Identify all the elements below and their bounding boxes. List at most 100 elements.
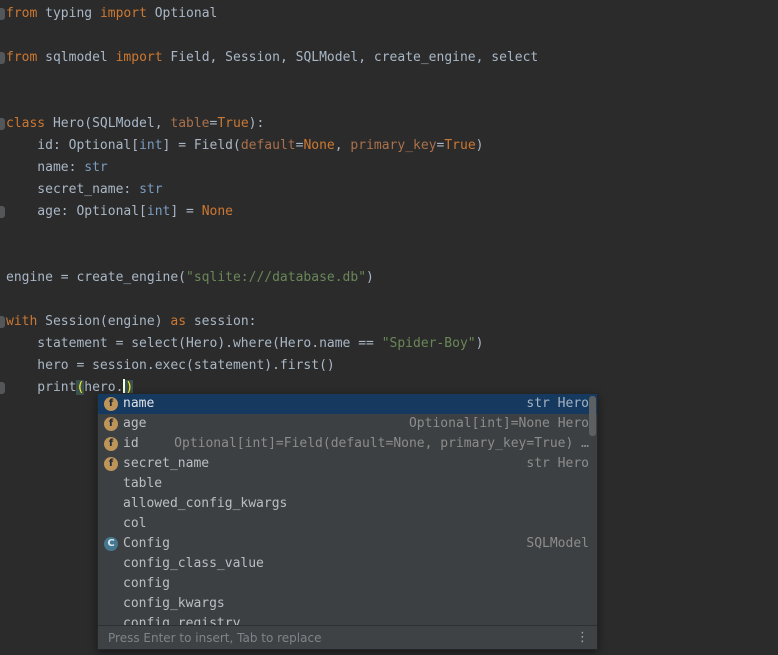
gutter-marker-icon[interactable] xyxy=(0,316,5,328)
completion-item[interactable]: fid Optional[int]=Field(default=None, pri… xyxy=(98,434,597,454)
code-token: from xyxy=(6,6,37,21)
code-line[interactable]: class Hero(SQLModel, table=True): xyxy=(0,113,778,135)
field-icon: f xyxy=(104,437,118,451)
completion-label: config xyxy=(123,576,170,591)
code-token: hero = session.exec(statement).first() xyxy=(6,358,335,373)
code-token: class xyxy=(6,116,45,131)
gutter-marker-icon[interactable] xyxy=(0,118,5,130)
code-token: from xyxy=(6,50,37,65)
gutter-marker-icon[interactable] xyxy=(0,382,5,394)
code-token: Hero(SQLModel, xyxy=(45,116,170,131)
code-token: Optional xyxy=(147,6,217,21)
completion-item[interactable]: config_registry xyxy=(98,614,597,625)
code-line[interactable]: statement = select(Hero).where(Hero.name… xyxy=(0,333,778,355)
popup-scrollbar-thumb[interactable] xyxy=(589,396,596,436)
code-token: secret_name: xyxy=(6,182,139,197)
code-line[interactable]: age: Optional[int] = None xyxy=(0,201,778,223)
code-token: import xyxy=(116,50,163,65)
code-line[interactable] xyxy=(0,25,778,47)
code-token: typing xyxy=(37,6,100,21)
code-line[interactable]: from sqlmodel import Field, Session, SQL… xyxy=(0,47,778,69)
code-line[interactable]: id: Optional[int] = Field(default=None, … xyxy=(0,135,778,157)
completion-item[interactable]: col xyxy=(98,514,597,534)
autocomplete-popup: fnamestr HerofageOptional[int]=None Hero… xyxy=(97,393,598,650)
code-token: "sqlite:///database.db" xyxy=(186,270,366,285)
completion-label: id xyxy=(123,436,139,451)
code-token: ] = xyxy=(170,204,201,219)
code-line[interactable]: name: str xyxy=(0,157,778,179)
code-token: None xyxy=(202,204,233,219)
code-line[interactable] xyxy=(0,69,778,91)
code-token: primary_key xyxy=(350,138,436,153)
code-token: ) xyxy=(366,270,374,285)
completion-item[interactable]: fname str Hero xyxy=(98,394,597,414)
code-token: ) xyxy=(476,138,484,153)
completion-label: config_class_value xyxy=(123,556,264,571)
code-token: statement = select(Hero).where(Hero.name… xyxy=(6,336,382,351)
code-token: str xyxy=(139,182,162,197)
field-icon: f xyxy=(104,397,118,411)
completion-type-hint: Optional[int]=None Hero xyxy=(409,414,589,434)
code-token: with xyxy=(6,314,37,329)
code-token: ] = Field( xyxy=(163,138,241,153)
completion-type-hint: str Hero xyxy=(526,394,589,414)
completion-item[interactable]: fageOptional[int]=None Hero xyxy=(98,414,597,434)
code-token: session: xyxy=(186,314,256,329)
completion-item[interactable]: config_class_value xyxy=(98,554,597,574)
code-token: ) xyxy=(476,336,484,351)
code-token: Session(engine) xyxy=(37,314,170,329)
completion-label: config_kwargs xyxy=(123,596,225,611)
code-token: print xyxy=(6,380,76,395)
completion-list: fnamestr HerofageOptional[int]=None Hero… xyxy=(98,394,597,625)
code-line[interactable]: with Session(engine) as session: xyxy=(0,311,778,333)
code-token: id: Optional[ xyxy=(6,138,139,153)
code-line[interactable] xyxy=(0,245,778,267)
gutter-marker-icon[interactable] xyxy=(0,206,5,218)
code-token: True xyxy=(444,138,475,153)
completion-type-hint: str Hero xyxy=(526,454,589,474)
gutter-marker-icon[interactable] xyxy=(0,52,5,64)
kebab-menu-icon[interactable]: ⋮ xyxy=(576,630,589,645)
code-token: , xyxy=(335,138,351,153)
completion-label: col xyxy=(123,516,146,531)
completion-label: secret_name xyxy=(123,456,209,471)
code-token: age: Optional[ xyxy=(6,204,147,219)
code-token: default xyxy=(241,138,296,153)
completion-item[interactable]: allowed_config_kwargs xyxy=(98,494,597,514)
completion-item[interactable]: config_kwargs xyxy=(98,594,597,614)
field-icon: f xyxy=(104,457,118,471)
code-line[interactable]: engine = create_engine("sqlite:///databa… xyxy=(0,267,778,289)
field-icon: f xyxy=(104,417,118,431)
code-token: str xyxy=(84,160,107,175)
completion-type-hint: SQLModel xyxy=(526,534,589,554)
code-token: True xyxy=(217,116,248,131)
completion-item[interactable]: CConfigSQLModel xyxy=(98,534,597,554)
completion-label: name xyxy=(123,396,154,411)
completion-item[interactable]: table xyxy=(98,474,597,494)
code-line[interactable]: secret_name: str xyxy=(0,179,778,201)
code-token: int xyxy=(147,204,170,219)
code-token: sqlmodel xyxy=(37,50,115,65)
completion-type-hint: Optional[int]=Field(default=None, primar… xyxy=(174,434,589,454)
completion-label: table xyxy=(123,476,162,491)
code-line[interactable] xyxy=(0,289,778,311)
code-token: int xyxy=(139,138,162,153)
code-line[interactable]: hero = session.exec(statement).first() xyxy=(0,355,778,377)
completion-item[interactable]: config xyxy=(98,574,597,594)
class-icon: C xyxy=(104,537,118,551)
code-token: None xyxy=(303,138,334,153)
code-line[interactable] xyxy=(0,223,778,245)
completion-item[interactable]: f secret_name str Hero xyxy=(98,454,597,474)
code-token: ): xyxy=(249,116,265,131)
code-token: import xyxy=(100,6,147,21)
code-token: engine = create_engine( xyxy=(6,270,186,285)
code-token: table xyxy=(170,116,209,131)
code-token: name: xyxy=(6,160,84,175)
gutter-marker-icon[interactable] xyxy=(0,8,5,20)
completion-label: config_registry xyxy=(123,616,240,625)
code-token: "Spider-Boy" xyxy=(382,336,476,351)
completion-label: allowed_config_kwargs xyxy=(123,496,287,511)
code-line[interactable] xyxy=(0,91,778,113)
completion-hint-text: Press Enter to insert, Tab to replace xyxy=(108,631,321,645)
code-line[interactable]: from typing import Optional xyxy=(0,3,778,25)
